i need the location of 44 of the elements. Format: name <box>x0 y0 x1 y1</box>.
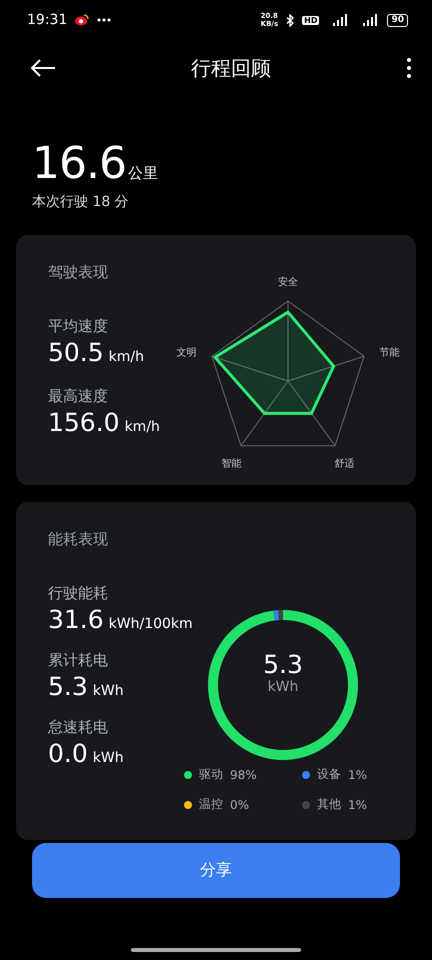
radar-axis-label: 智能 <box>222 458 242 470</box>
page-title: 行程回顾 <box>190 54 272 82</box>
more-options-icon[interactable] <box>406 57 412 79</box>
legend-percent: 1% <box>348 768 368 782</box>
stat-label: 平均速度 <box>48 317 109 336</box>
radar-axis-label: 节能 <box>379 347 400 358</box>
stat-label: 最高速度 <box>48 387 109 406</box>
card-title: 能耗表现 <box>48 530 108 549</box>
donut-total-unit: kWh <box>268 679 298 695</box>
trip-distance: 16.6 <box>32 138 126 189</box>
radar-axis-label: 安全 <box>278 277 298 288</box>
stat-unit: km/h <box>124 419 160 435</box>
bluetooth-icon <box>286 14 294 26</box>
card-title: 驾驶表现 <box>48 263 108 282</box>
stat-label: 行驶能耗 <box>48 584 109 603</box>
stat-unit: kWh <box>92 750 124 766</box>
stat-unit: kWh <box>92 683 124 699</box>
stat-value: 156.0 <box>48 408 120 437</box>
stat-value: 0.0 <box>48 739 88 768</box>
legend-label: 其他 <box>317 796 341 813</box>
stat-value: 31.6 <box>48 605 104 634</box>
stat-unit: km/h <box>108 349 144 365</box>
stat-unit: kWh/100km <box>108 616 193 632</box>
legend-percent: 0% <box>230 798 250 812</box>
stat-label: 怠速耗电 <box>48 718 109 737</box>
radar-axis-label: 文明 <box>176 347 197 358</box>
share-button[interactable]: 分享 <box>32 843 400 898</box>
stat-value: 5.3 <box>48 672 88 701</box>
battery-indicator: 90 <box>387 14 408 26</box>
legend-label: 温控 <box>199 796 223 813</box>
hd-badge: HD <box>302 16 320 24</box>
stat-label: 累计耗电 <box>48 651 109 670</box>
legend-label: 驱动 <box>199 766 223 783</box>
trip-duration: 本次行驶 18 分 <box>32 193 130 211</box>
distance-unit: 公里 <box>128 164 158 183</box>
donut-total-value: 5.3 <box>263 650 303 679</box>
legend-label: 设备 <box>317 766 341 783</box>
back-arrow-icon[interactable] <box>30 59 56 77</box>
status-time: 19:31 <box>27 12 68 28</box>
legend-percent: 98% <box>230 768 257 782</box>
stat-value: 50.5 <box>48 338 104 367</box>
legend-percent: 1% <box>348 798 368 812</box>
more-icon <box>97 18 112 22</box>
radar-axis-label: 舒适 <box>334 458 354 470</box>
